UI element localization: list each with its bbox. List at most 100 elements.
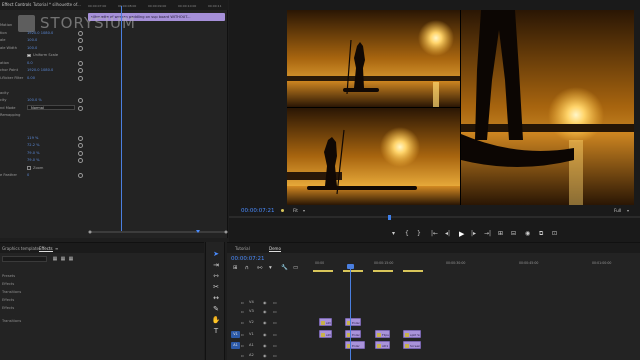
mark-out-icon[interactable]: } [417, 229, 421, 239]
reset-icon[interactable] [78, 173, 83, 178]
list-item[interactable]: Presets [2, 274, 15, 278]
sync-lock-icon[interactable]: ▭ [273, 332, 277, 337]
property-value[interactable]: 79.0 % [27, 151, 40, 155]
reset-icon[interactable] [78, 30, 83, 36]
zoom-fit-select[interactable]: Fit [293, 208, 298, 213]
overwrite-icon[interactable]: ⊟ [511, 229, 516, 239]
resolution-select[interactable]: Full [614, 208, 621, 213]
yuv-effects-icon[interactable]: ▦ [68, 256, 74, 262]
reset-icon[interactable] [78, 150, 83, 156]
track-header[interactable]: V3 ▫ ◉ ▭ [227, 307, 313, 315]
effect-property-row[interactable]: chor Point 1920.0 1080.0 [0, 67, 88, 74]
effect-property-row[interactable] [0, 127, 88, 134]
eye-icon[interactable]: ◉ [263, 332, 267, 337]
program-timecode[interactable]: 00:00:07:21 [241, 208, 275, 214]
effects-search-input[interactable] [2, 256, 47, 262]
selection-tool-icon[interactable]: ➤ [211, 250, 221, 259]
lock-icon[interactable]: ▫ [241, 343, 244, 348]
property-value[interactable]: 100.0 [27, 46, 37, 50]
reset-icon[interactable] [78, 68, 83, 73]
property-checkbox[interactable] [27, 53, 31, 57]
tab-demo[interactable]: Demo [269, 246, 281, 252]
timeline-playhead[interactable] [350, 265, 351, 360]
effect-property-row[interactable]: ale 100.0 [0, 37, 88, 44]
reset-icon[interactable] [78, 98, 83, 103]
source-patch[interactable]: A1 [231, 341, 240, 349]
eye-icon[interactable]: ◉ [263, 300, 267, 305]
track-select-tool-icon[interactable]: ⇥ [211, 261, 221, 270]
timeline-clip[interactable]: Enlargi [345, 330, 361, 338]
property-value[interactable]: 0 [27, 173, 29, 177]
playhead-handle[interactable] [347, 264, 354, 269]
reset-icon[interactable] [78, 135, 83, 141]
effect-controls-ruler[interactable]: 00:00:07:00 00:00:08:00 00:00:09:00 00:0… [88, 4, 228, 10]
zoom-bar-icon[interactable] [88, 230, 228, 234]
type-tool-icon[interactable]: T [211, 327, 221, 336]
track-header[interactable]: A2 ▫ ◉ ▭ [227, 351, 313, 359]
effect-property-row[interactable]: Uniform Scale [0, 52, 88, 59]
reset-icon[interactable] [78, 60, 83, 66]
effect-controls-tab[interactable]: Effect Controls [2, 2, 31, 7]
lock-icon[interactable]: ▫ [241, 332, 244, 337]
step-forward-icon[interactable]: |▸ [471, 229, 476, 239]
sync-lock-icon[interactable]: ▭ [273, 309, 277, 314]
property-value[interactable]: Uniform Scale [33, 53, 58, 57]
sync-lock-icon[interactable]: ▭ [273, 353, 277, 358]
button-editor-icon[interactable]: ⊡ [552, 229, 557, 239]
effect-controls-zoom-bar[interactable] [88, 230, 228, 234]
effect-property-row[interactable]: 79.0 % [0, 157, 88, 164]
property-value[interactable]: 100.0 [27, 38, 37, 42]
track-header[interactable]: A1 A1 ▫ ◉ ▭ [227, 341, 313, 349]
hand-tool-icon[interactable]: ✋ [211, 316, 221, 325]
blend-mode-select[interactable]: Normal [27, 105, 75, 110]
mark-in-icon[interactable]: { [405, 229, 409, 239]
sync-lock-icon[interactable]: ▭ [273, 320, 277, 325]
property-value[interactable]: 72.2 % [27, 143, 40, 147]
effect-property-row[interactable]: i-flicker Filter 0.00 [0, 75, 88, 82]
marker[interactable] [403, 270, 423, 272]
effect-property-row[interactable]: ale Width 100.0 [0, 45, 88, 52]
property-value[interactable]: 1920.0 1080.0 [27, 31, 53, 35]
effect-property-row[interactable]: city 100.0 % [0, 97, 88, 104]
reset-icon[interactable] [78, 38, 83, 43]
property-value[interactable]: 79.0 % [27, 158, 40, 162]
captions-icon[interactable]: ▭ [293, 265, 298, 271]
timeline-clip[interactable]: AD1 [375, 341, 390, 349]
export-frame-icon[interactable]: ◉ [525, 229, 530, 239]
effect-property-row[interactable]: tion 1920.0 1080.0 [0, 30, 88, 37]
list-item[interactable]: Transitions [2, 319, 21, 323]
marker[interactable] [373, 270, 393, 272]
marker[interactable] [313, 270, 333, 272]
timeline-clip[interactable]: Enlar [345, 341, 365, 349]
effect-property-row[interactable]: 79.0 % [0, 150, 88, 157]
program-scrub-bar[interactable] [229, 216, 640, 218]
property-value[interactable]: 119 % [27, 136, 38, 140]
eye-icon[interactable]: ◉ [263, 343, 267, 348]
timeline-clip[interactable]: split Sc [403, 330, 421, 338]
effect-property-row[interactable]: Remapping [0, 112, 88, 119]
effect-property-row[interactable]: Motion [0, 22, 88, 29]
program-playhead[interactable] [388, 215, 391, 220]
insert-icon[interactable]: ⊞ [498, 229, 503, 239]
ripple-edit-tool-icon[interactable]: ⇿ [211, 272, 221, 281]
property-value[interactable]: 0.0 [27, 61, 33, 65]
timeline-clip[interactable]: silho [319, 318, 332, 326]
effect-property-row[interactable]: nd Mode Normal [0, 105, 88, 112]
pen-tool-icon[interactable]: ✎ [211, 305, 221, 314]
reset-icon[interactable] [78, 105, 83, 111]
reset-icon[interactable] [78, 45, 83, 51]
step-back-icon[interactable]: ◂| [445, 229, 450, 239]
list-item[interactable]: Effects [2, 298, 14, 302]
list-item[interactable]: Transitions [2, 290, 21, 294]
eye-icon[interactable]: ◉ [263, 353, 267, 358]
settings-wrench-icon[interactable]: 🔧 [281, 265, 288, 271]
effect-controls-playhead[interactable] [121, 6, 122, 231]
razor-tool-icon[interactable]: ✂ [211, 283, 221, 292]
track-header[interactable]: V2 ▫ ◉ ▭ [227, 318, 313, 326]
reset-icon[interactable] [78, 158, 83, 163]
track-header[interactable]: V4 ▫ ◉ ▭ [227, 298, 313, 306]
property-value[interactable]: 1920.0 1080.0 [27, 68, 53, 72]
timeline-clip[interactable]: Enlargi [345, 318, 361, 326]
list-item[interactable]: Effects [2, 306, 14, 310]
property-checkbox[interactable] [27, 166, 31, 170]
